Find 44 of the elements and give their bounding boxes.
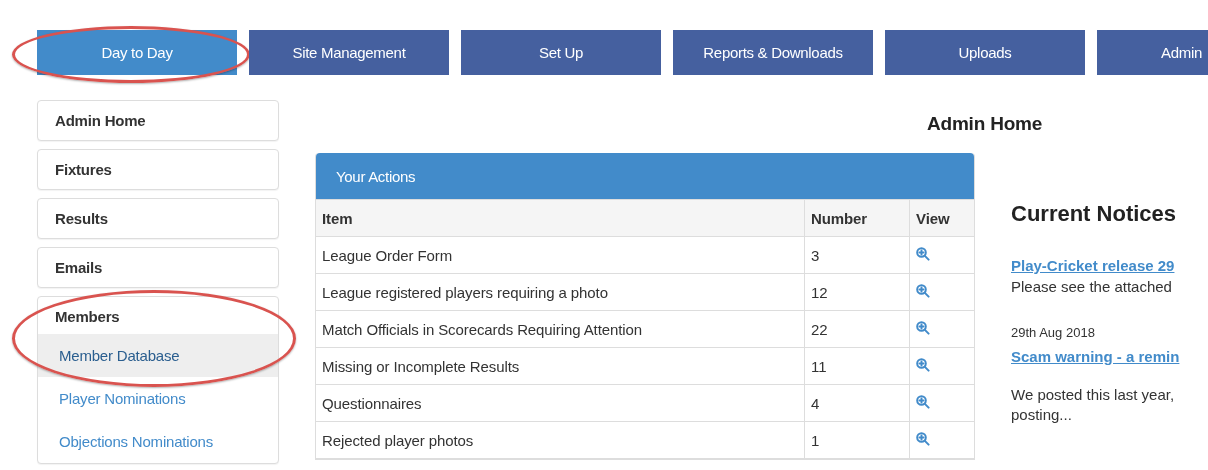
zoom-in-icon[interactable] [916, 246, 930, 261]
table-cell: Match Officials in Scorecards Requiring Attention [316, 310, 805, 348]
page-title: Admin Home [927, 113, 1044, 135]
zoom-in-icon[interactable] [916, 320, 930, 335]
table-cell: Questionnaires [316, 384, 805, 422]
table-cell: Rejected player photos [316, 421, 805, 459]
zoom-in-icon[interactable] [916, 394, 930, 409]
sidebar-item[interactable]: Admin Home [37, 100, 279, 141]
nav-tab[interactable]: Site Management [249, 30, 449, 75]
notice-date: 29th Aug 2018 [1011, 325, 1096, 340]
table-cell: 3 [804, 236, 910, 274]
zoom-in-icon[interactable] [916, 357, 930, 372]
table-cell: 4 [804, 384, 910, 422]
sidebar-link[interactable]: Player Nominations [38, 377, 278, 420]
notice-summary: We posted this last year, [1011, 386, 1176, 403]
column-header: Item [316, 199, 805, 237]
notice-link[interactable]: Scam warning - a remin [1011, 348, 1180, 365]
zoom-in-icon[interactable] [916, 283, 930, 298]
nav-tab[interactable]: Day to Day [37, 30, 237, 75]
sidebar-item[interactable]: Results [37, 198, 279, 239]
notice-summary: Please see the attached [1011, 278, 1173, 295]
nav-tab[interactable]: Admin [1097, 30, 1208, 75]
table-cell: 1 [804, 421, 910, 459]
table-cell: League registered players requiring a photo [316, 273, 805, 311]
column-header: View [909, 199, 974, 237]
table-cell: Missing or Incomplete Results [316, 347, 805, 385]
nav-tab[interactable]: Set Up [461, 30, 661, 75]
notice-link[interactable]: Play-Cricket release 29 [1011, 257, 1175, 274]
sidebar-section-link[interactable]: Members [38, 297, 278, 334]
zoom-in-icon[interactable] [916, 431, 930, 446]
nav-tab[interactable]: Reports & Downloads [673, 30, 873, 75]
notices-heading: Current Notices [1011, 201, 1178, 227]
sidebar-link[interactable]: Member Database [38, 334, 278, 377]
panel-header: Your Actions [316, 153, 974, 199]
sidebar-link[interactable]: Objections Nominations [38, 420, 278, 463]
notice-summary: posting... [1011, 406, 1073, 423]
sidebar-item[interactable]: Emails [37, 247, 279, 288]
sidebar-item[interactable]: Fixtures [37, 149, 279, 190]
nav-tab[interactable]: Uploads [885, 30, 1085, 75]
table-cell: 12 [804, 273, 910, 311]
column-header: Number [804, 199, 910, 237]
table-cell: 22 [804, 310, 910, 348]
table-cell: League Order Form [316, 236, 805, 274]
table-cell: 11 [804, 347, 910, 385]
